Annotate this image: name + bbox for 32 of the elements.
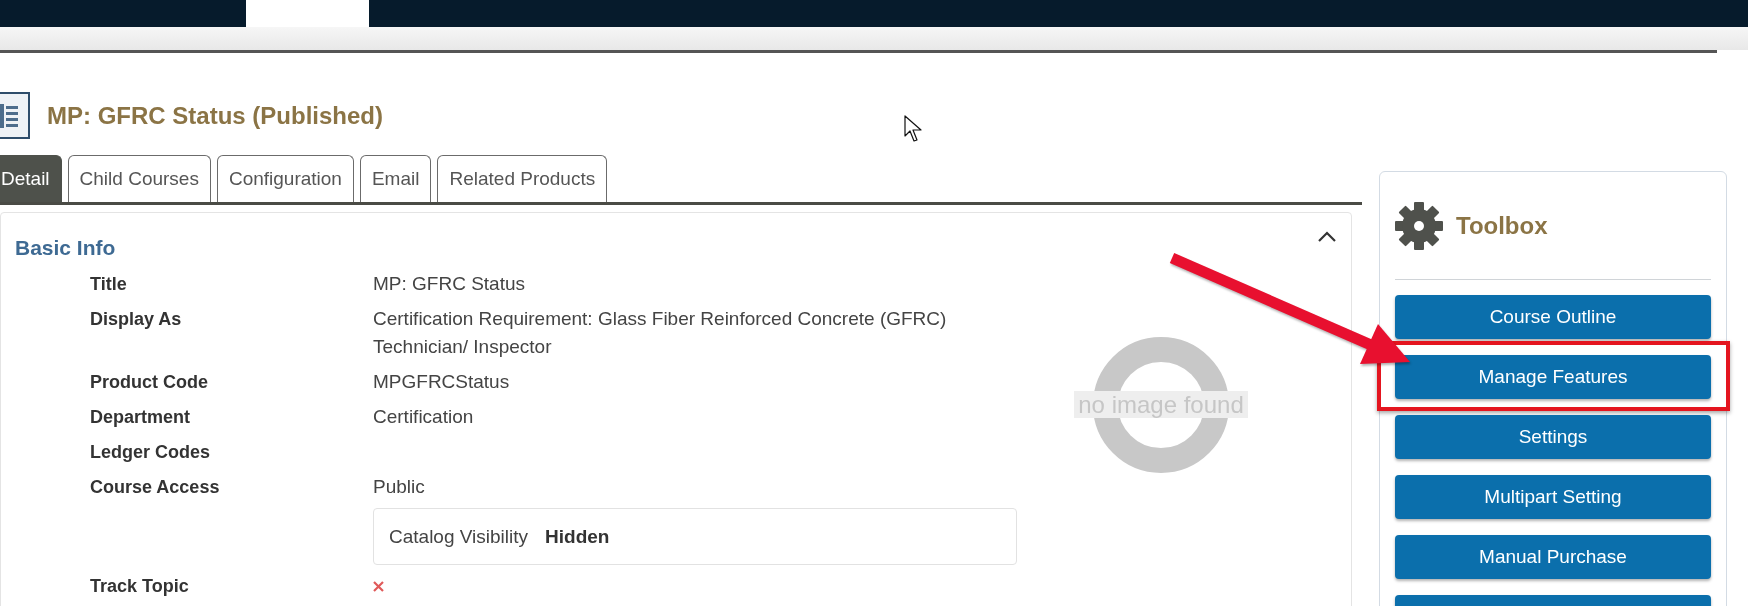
toolbox-button[interactable]: Course Outline [1395, 295, 1711, 339]
toolbox-button[interactable]: Settings [1395, 415, 1711, 459]
field-label: Product Code [90, 371, 209, 394]
field-label: Display As [90, 308, 183, 331]
field-value: MP: GFRC Status [373, 272, 527, 296]
tab[interactable]: Email [359, 155, 432, 202]
field-label: Ledger Codes [90, 441, 212, 464]
tab[interactable]: Related Products [437, 155, 608, 202]
toolbox-button[interactable]: Manual Purchase [1395, 535, 1711, 579]
mouse-cursor-icon [904, 115, 923, 143]
settings-gear-icon [1395, 202, 1443, 250]
field-label: Course Access [90, 476, 221, 499]
nav-tab[interactable] [246, 0, 369, 27]
toolbox-button[interactable]: Manage Features [1395, 355, 1711, 399]
tab[interactable]: Child Courses [67, 155, 211, 202]
field-value: Public [373, 475, 426, 499]
tab[interactable]: Detail [0, 155, 62, 202]
toolbox-button[interactable]: Multipart Setting [1395, 475, 1711, 519]
visibility-value: Hidden [545, 525, 610, 548]
field-value: Certification [373, 405, 475, 429]
tab[interactable]: Configuration [216, 155, 354, 202]
visibility-label: Catalog Visibility [389, 525, 529, 548]
page-title: MP: GFRC Status (Published) [47, 100, 383, 131]
field-value: MPGFRCStatus [373, 370, 511, 394]
chevron-up-icon[interactable] [1318, 231, 1336, 242]
field-label: Title [90, 273, 128, 296]
section-title: Basic Info [15, 235, 116, 261]
field-label: Track Topic [90, 575, 190, 598]
field-label: Department [90, 406, 192, 429]
toolbox-title: Toolbox [1456, 212, 1548, 240]
list-icon [0, 92, 30, 139]
field-value: Certification Requirement: Glass Fiber Reinforced Concrete (GFRC) Technician/ Inspector [373, 307, 948, 359]
